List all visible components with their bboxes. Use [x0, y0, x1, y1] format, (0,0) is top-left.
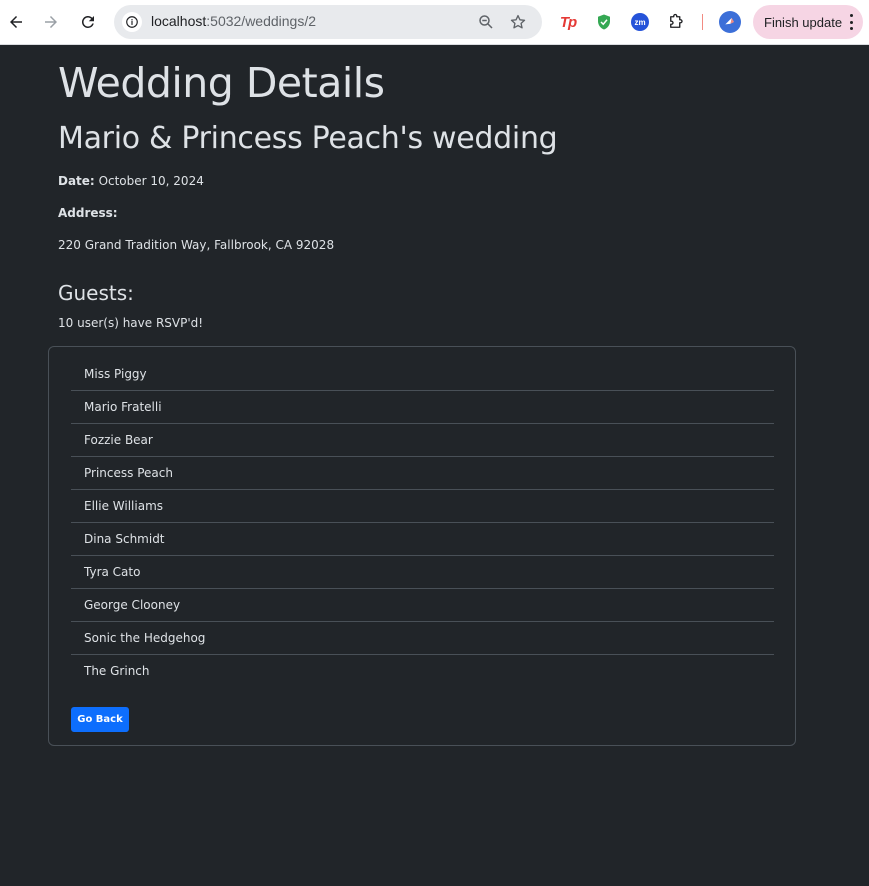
- date-line: Date: October 10, 2024: [58, 174, 204, 188]
- address-label-line: Address:: [58, 206, 118, 220]
- guest-list-item: Fozzie Bear: [71, 424, 774, 457]
- site-info-icon[interactable]: [122, 12, 142, 32]
- guests-title: Guests:: [58, 281, 134, 305]
- finish-update-button[interactable]: Finish update: [753, 5, 863, 39]
- guest-list-item: Mario Fratelli: [71, 391, 774, 424]
- reload-icon[interactable]: [72, 6, 104, 38]
- zoom-icon[interactable]: [476, 12, 496, 32]
- guest-list-item: George Clooney: [71, 589, 774, 622]
- url-host: localhost: [151, 13, 207, 29]
- guest-list-item: The Grinch: [84, 664, 150, 678]
- finish-update-label: Finish update: [764, 14, 843, 30]
- tp-extension-icon[interactable]: Tp: [557, 11, 579, 33]
- guest-list-item: Princess Peach: [71, 457, 774, 490]
- address-bar[interactable]: localhost:5032/weddings/2: [114, 5, 542, 39]
- guest-list-item: Ellie Williams: [71, 490, 774, 523]
- guest-list-item: Dina Schmidt: [71, 523, 774, 556]
- bookmark-star-icon[interactable]: [508, 12, 528, 32]
- guest-list-item: Miss Piggy: [71, 358, 774, 391]
- zm-extension-icon[interactable]: zm: [629, 11, 651, 33]
- back-arrow-icon[interactable]: [0, 6, 32, 38]
- address-value: 220 Grand Tradition Way, Fallbrook, CA 9…: [58, 238, 335, 252]
- browser-toolbar: localhost:5032/weddings/2 Tp zm Finish u…: [0, 0, 869, 45]
- toolbar-divider: [702, 14, 703, 30]
- wedding-name: Mario & Princess Peach's wedding: [58, 121, 558, 156]
- zm-extension-label: zm: [631, 13, 649, 31]
- guest-list-item: Sonic the Hedgehog: [71, 622, 774, 655]
- page-title: Wedding Details: [58, 59, 385, 107]
- date-label: Date:: [58, 174, 95, 188]
- address-label: Address:: [58, 206, 118, 220]
- shield-extension-icon[interactable]: [593, 11, 615, 33]
- rsvp-count: 10 user(s) have RSVP'd!: [58, 316, 204, 330]
- profile-avatar-icon[interactable]: [719, 11, 741, 33]
- puzzle-icon[interactable]: [665, 11, 687, 33]
- guest-list-item: Tyra Cato: [71, 556, 774, 589]
- guests-card: Miss Piggy Mario Fratelli Fozzie Bear Pr…: [48, 346, 796, 746]
- more-menu-icon[interactable]: [849, 14, 853, 30]
- forward-arrow-icon[interactable]: [35, 6, 67, 38]
- go-back-button[interactable]: Go Back: [71, 707, 129, 732]
- date-value: October 10, 2024: [98, 174, 204, 188]
- guest-list: Miss Piggy Mario Fratelli Fozzie Bear Pr…: [71, 358, 774, 688]
- url-path: :5032/weddings/2: [206, 13, 317, 29]
- url-text[interactable]: localhost:5032/weddings/2: [151, 13, 316, 29]
